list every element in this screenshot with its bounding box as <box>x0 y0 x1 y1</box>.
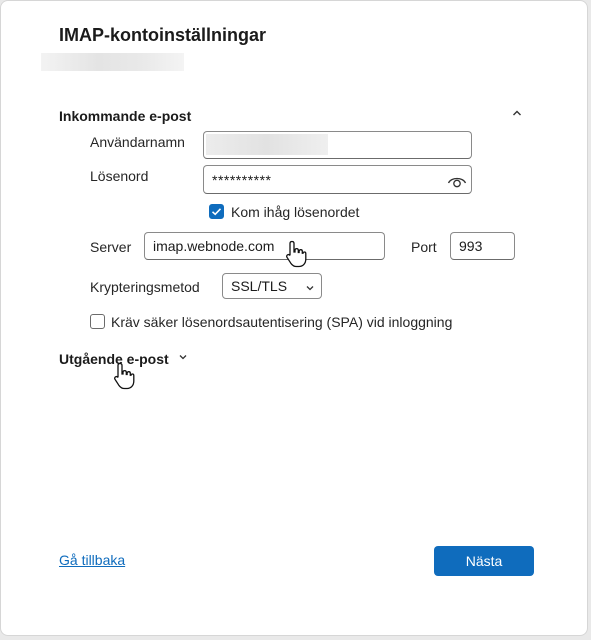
port-label: Port <box>411 239 437 255</box>
username-value-redacted <box>206 134 328 155</box>
encryption-value: SSL/TLS <box>231 278 288 294</box>
password-label: Lösenord <box>90 168 149 184</box>
imap-settings-dialog: IMAP-kontoinställningar Inkommande e-pos… <box>0 0 588 636</box>
next-button[interactable]: Nästa <box>434 546 534 576</box>
server-label: Server <box>90 239 132 255</box>
server-value: imap.webnode.com <box>153 238 275 254</box>
dialog-title: IMAP-kontoinställningar <box>59 25 266 45</box>
port-input[interactable]: 993 <box>450 232 515 260</box>
chevron-down-icon[interactable] <box>178 352 188 365</box>
password-input[interactable]: ********** <box>203 165 472 194</box>
encryption-label: Krypteringsmetod <box>90 279 200 295</box>
spa-checkbox[interactable] <box>90 314 105 329</box>
password-value: ********** <box>212 171 272 188</box>
back-link[interactable]: Gå tillbaka <box>59 552 125 568</box>
chevron-up-icon[interactable] <box>511 107 523 122</box>
eye-icon[interactable] <box>447 172 467 190</box>
hand-pointer-icon <box>112 361 136 391</box>
account-email-redacted <box>41 53 184 71</box>
incoming-section-heading[interactable]: Inkommande e-post <box>59 108 191 124</box>
server-input[interactable]: imap.webnode.com <box>144 232 385 260</box>
remember-password-label[interactable]: Kom ihåg lösenordet <box>231 204 359 220</box>
hand-pointer-icon <box>284 239 308 269</box>
remember-password-checkbox[interactable] <box>209 204 224 219</box>
chevron-down-icon <box>305 280 315 296</box>
encryption-select[interactable]: SSL/TLS <box>222 273 322 299</box>
username-label: Användarnamn <box>90 134 185 150</box>
spa-label[interactable]: Kräv säker lösenordsautentisering (SPA) … <box>111 314 452 330</box>
port-value: 993 <box>459 238 483 254</box>
